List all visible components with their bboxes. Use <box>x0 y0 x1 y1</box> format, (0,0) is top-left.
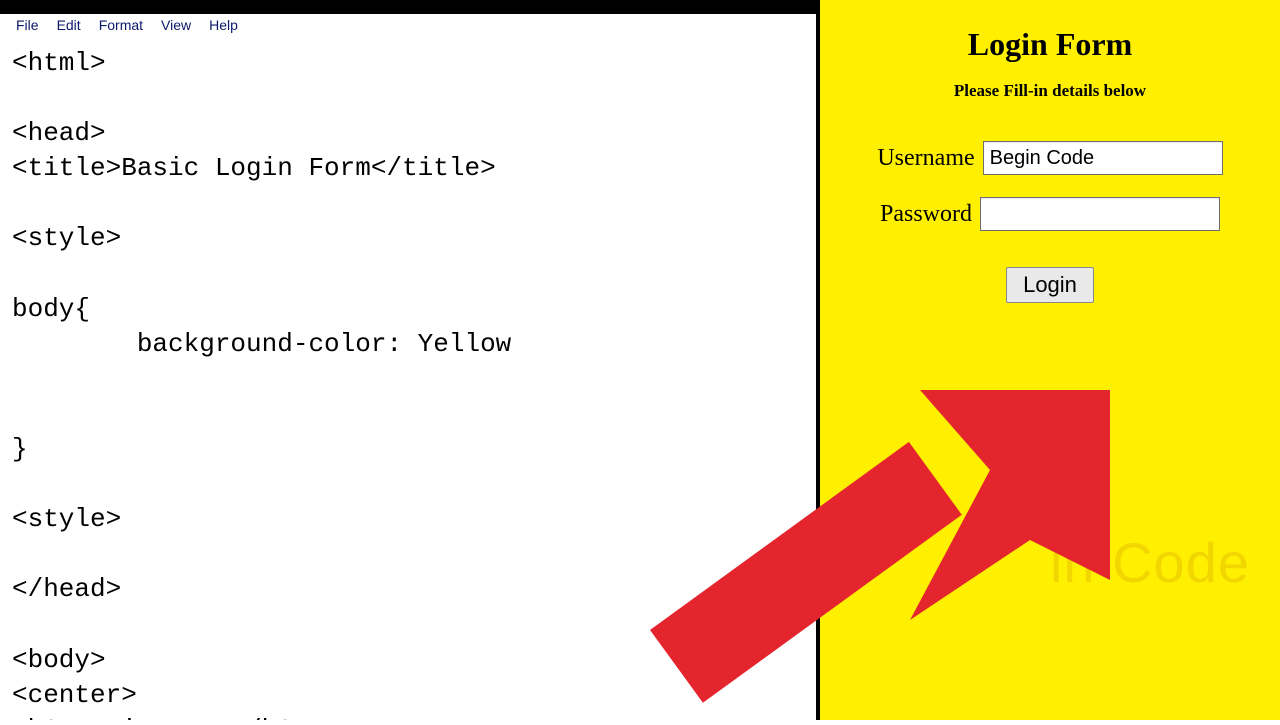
preview-heading: Login Form <box>820 26 1280 63</box>
app-root: File Edit Format View Help <html> <head>… <box>0 0 1280 720</box>
password-label: Password <box>880 201 972 228</box>
code-line: } <box>12 434 28 464</box>
password-row: Password <box>820 197 1280 231</box>
code-line: <head> <box>12 118 106 148</box>
username-input[interactable] <box>983 141 1223 175</box>
username-row: Username <box>820 141 1280 175</box>
code-area[interactable]: <html> <head> <title>Basic Login Form</t… <box>0 36 816 720</box>
code-line: </head> <box>12 574 121 604</box>
code-line: <h3>Login Form</h3> <box>12 715 308 720</box>
titlebar <box>0 0 816 14</box>
login-button[interactable]: Login <box>1006 267 1094 303</box>
code-line: body{ <box>12 294 90 324</box>
menu-help[interactable]: Help <box>201 16 246 34</box>
menu-view[interactable]: View <box>153 16 199 34</box>
menu-edit[interactable]: Edit <box>49 16 89 34</box>
code-line: <center> <box>12 680 137 710</box>
code-line: <body> <box>12 645 106 675</box>
code-line: <title>Basic Login Form</title> <box>12 153 496 183</box>
editor-pane: File Edit Format View Help <html> <head>… <box>0 0 820 720</box>
code-line: <style> <box>12 504 121 534</box>
code-line: background-color: Yellow <box>12 329 511 359</box>
preview-pane: Login Form Please Fill-in details below … <box>820 0 1280 720</box>
preview-subheading: Please Fill-in details below <box>820 81 1280 101</box>
code-line: <html> <box>12 48 106 78</box>
username-label: Username <box>877 145 974 172</box>
password-input[interactable] <box>980 197 1220 231</box>
code-line: <style> <box>12 223 121 253</box>
menubar: File Edit Format View Help <box>0 14 816 36</box>
menu-format[interactable]: Format <box>91 16 151 34</box>
menu-file[interactable]: File <box>8 16 47 34</box>
